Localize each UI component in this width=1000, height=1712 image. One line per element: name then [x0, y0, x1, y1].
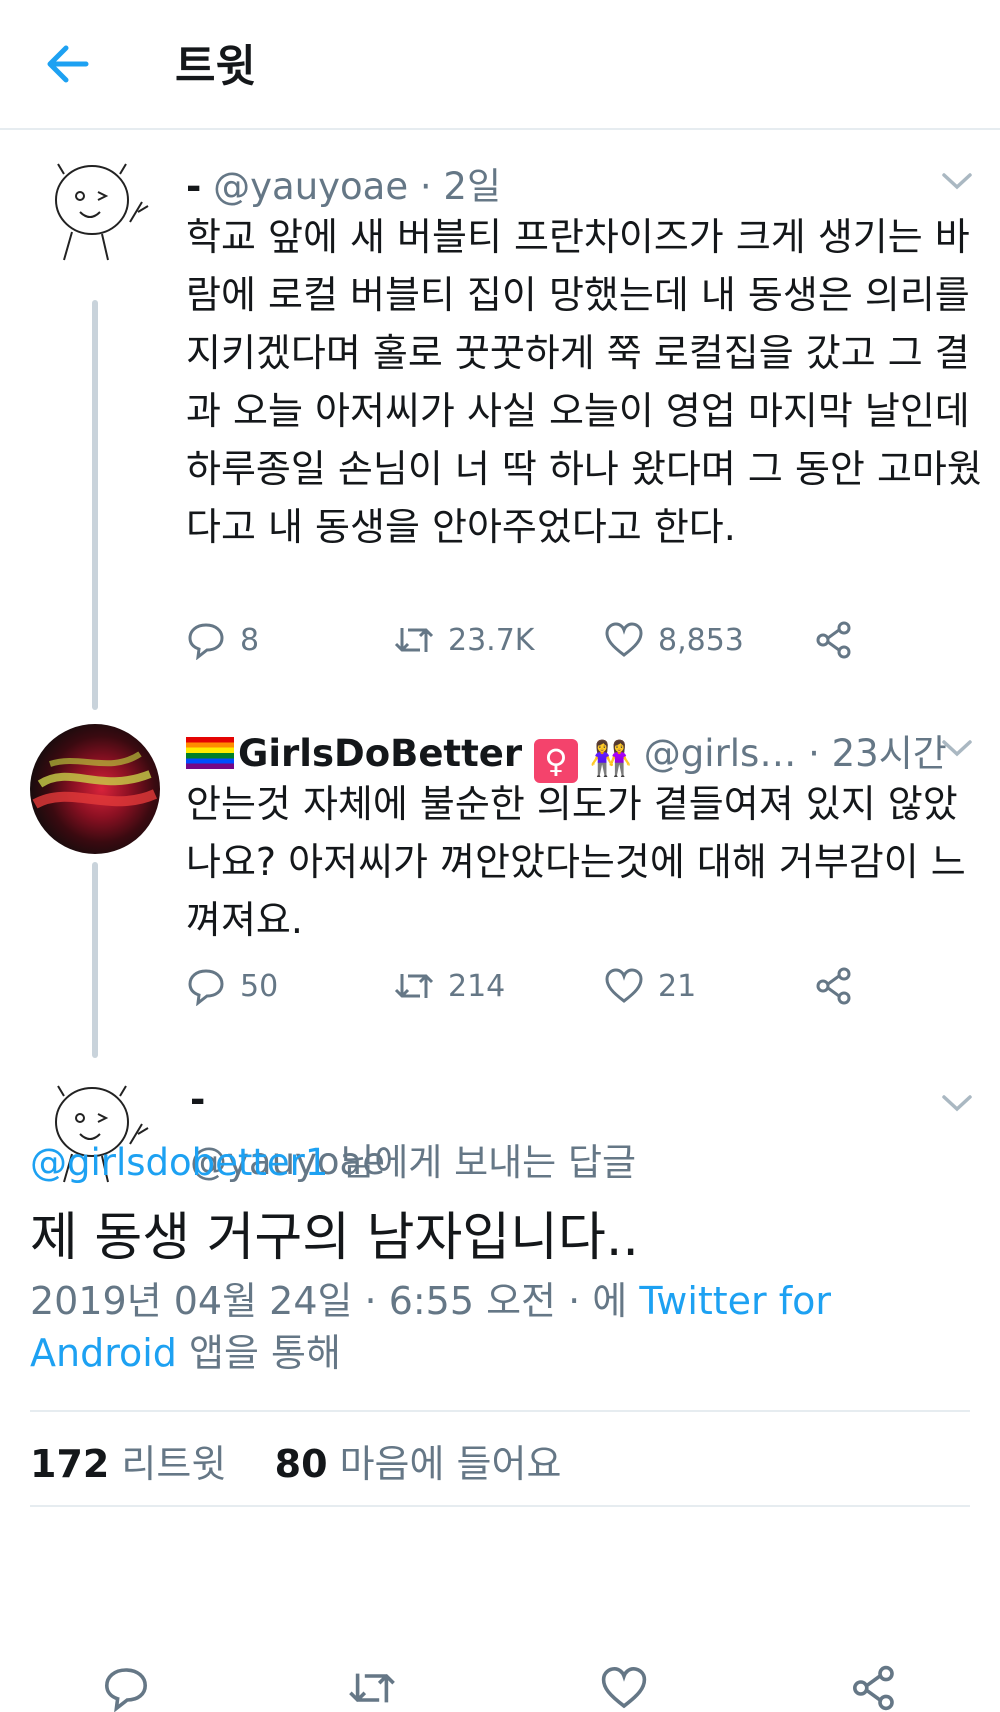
share-button[interactable]: [814, 620, 854, 660]
tweet-datetime: 2019년 04월 24일 · 6:55 오전 · 에: [30, 1279, 640, 1323]
author-name[interactable]: GirlsDoBetter: [238, 732, 522, 775]
tweet-text: 안는것 자체에 불순한 의도가 곁들여져 있지 않았나요? 아저씨가 껴안았다는…: [186, 782, 966, 942]
page-title: 트윗: [175, 41, 256, 92]
thread-line: [92, 300, 98, 710]
tweet-header: GirlsDoBetter ♀ 👭 @girls… · 23시간: [186, 723, 947, 783]
tweet-stats: 172 리트윗 80 마음에 들어요: [30, 1433, 561, 1488]
heart-icon[interactable]: [600, 1664, 648, 1712]
rainbow-flag-icon: [186, 737, 234, 769]
avatar[interactable]: [30, 724, 160, 854]
like-stat-label: 마음에 들어요: [327, 1442, 562, 1486]
tweet-text: 학교 앞에 새 버블티 프란차이즈가 크게 생기는 바람에 로컬 버블티 집이 …: [186, 215, 982, 549]
reply-to-line: @girlsdobetter1 님에게 보내는 답글: [30, 1132, 636, 1186]
avatar-image: [32, 751, 158, 809]
retweet-button[interactable]: 214: [394, 966, 505, 1006]
share-button[interactable]: [814, 966, 854, 1006]
retweet-stat[interactable]: 172 리트윗: [30, 1442, 226, 1486]
client-suffix: 앱을 통해: [176, 1331, 341, 1375]
retweet-button[interactable]: 23.7K: [394, 620, 534, 660]
chevron-down-icon[interactable]: [940, 737, 974, 759]
retweet-icon[interactable]: [348, 1664, 396, 1712]
top-bar: 트윗: [0, 0, 1000, 130]
like-count: 21: [658, 968, 697, 1004]
avatar[interactable]: [42, 152, 154, 264]
divider: [30, 1505, 970, 1507]
tweet-time: · 2일: [419, 165, 501, 208]
share-icon: [816, 621, 851, 659]
reply-count: 50: [240, 968, 279, 1004]
retweet-stat-count: 172: [30, 1442, 110, 1486]
like-button[interactable]: 8,853: [604, 620, 744, 660]
tweet-header: - @yauyoae · 2일: [186, 156, 501, 210]
retweet-icon: [394, 974, 434, 998]
back-arrow-icon[interactable]: [42, 38, 94, 90]
heart-icon: [605, 622, 643, 657]
tweet-actions: 50 214 21: [186, 966, 906, 1010]
like-count: 8,853: [658, 622, 744, 658]
reply-button[interactable]: 50: [186, 966, 278, 1006]
chevron-down-icon[interactable]: [940, 170, 974, 192]
tweet-actions: 8 23.7K 8,853: [186, 620, 906, 664]
like-button[interactable]: 21: [604, 966, 696, 1006]
reply-to-link[interactable]: @girlsdobetter1: [30, 1141, 328, 1184]
author-handle[interactable]: @yauyoae: [213, 165, 408, 208]
author-name[interactable]: -: [190, 1078, 205, 1121]
reply-icon: [188, 969, 224, 1006]
main-author-name-row: -: [190, 1078, 205, 1121]
retweet-count: 23.7K: [448, 622, 535, 658]
main-tweet-text: 제 동생 거구의 남자입니다..: [30, 1208, 639, 1268]
tweet-metadata: 2019년 04월 24일 · 6:55 오전 · 에 Twitter for …: [30, 1275, 930, 1379]
reply-icon[interactable]: [102, 1664, 150, 1712]
main-tweet-actions: [0, 1660, 1000, 1712]
reply-count: 8: [240, 622, 260, 658]
retweet-count: 214: [448, 968, 506, 1004]
share-icon[interactable]: [850, 1664, 898, 1712]
reply-button[interactable]: 8: [186, 620, 259, 660]
thread-line: [92, 862, 98, 1058]
author-handle[interactable]: @girls…: [644, 732, 797, 775]
chevron-down-icon[interactable]: [940, 1092, 974, 1114]
tweet-time: · 23시간: [808, 732, 947, 775]
reply-icon: [188, 623, 224, 660]
heart-icon: [605, 968, 643, 1003]
author-name[interactable]: -: [186, 165, 201, 208]
reply-to-suffix: 님에게 보내는 답글: [328, 1141, 637, 1184]
two-women-emoji: 👭: [589, 739, 633, 779]
like-stat-count: 80: [274, 1442, 328, 1486]
divider: [30, 1410, 970, 1412]
retweet-stat-label: 리트윗: [109, 1442, 227, 1486]
like-stat[interactable]: 80 마음에 들어요: [275, 1442, 562, 1486]
share-icon: [816, 967, 851, 1005]
retweet-icon: [394, 628, 434, 652]
